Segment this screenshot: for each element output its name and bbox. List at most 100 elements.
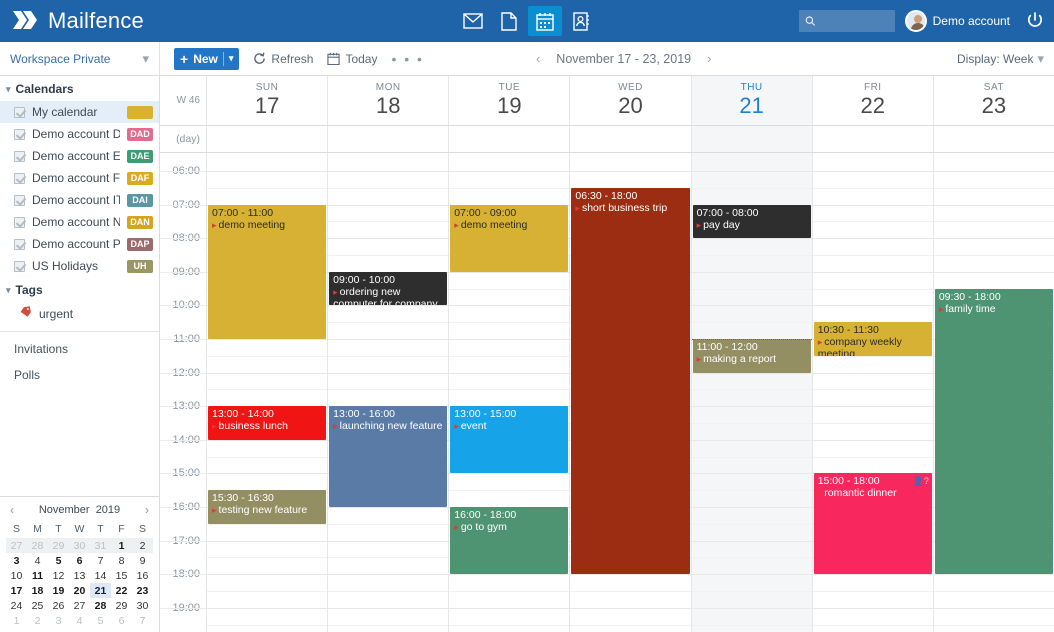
day-header-fri[interactable]: FRI 22 bbox=[811, 76, 933, 125]
day-header-sun[interactable]: SUN 17 bbox=[206, 76, 327, 125]
day-header-sat[interactable]: SAT 23 bbox=[932, 76, 1054, 125]
all-day-cell-mon[interactable] bbox=[327, 126, 448, 152]
search-box[interactable] bbox=[798, 10, 895, 32]
account-menu[interactable]: Demo account bbox=[904, 10, 1010, 32]
mini-calendar-day[interactable]: 23 bbox=[132, 583, 153, 598]
tag-item-0[interactable]: urgent bbox=[0, 302, 159, 325]
mini-calendar-day[interactable]: 3 bbox=[48, 613, 69, 628]
mini-calendar-day[interactable]: 28 bbox=[90, 598, 111, 613]
day-column-thu[interactable]: 07:00 - 08:00 ▸ pay day 11:00 - 12:00 ▸ makin… bbox=[690, 153, 812, 632]
calendar-event[interactable]: 10:30 - 11:30 ▸ company weekly meeting bbox=[813, 322, 932, 356]
today-button[interactable]: Today bbox=[327, 52, 377, 66]
calendar-item-5[interactable]: Demo account NL DAN bbox=[0, 211, 159, 233]
all-day-cell-tue[interactable] bbox=[448, 126, 569, 152]
calendar-event[interactable]: 07:00 - 09:00 ▸ demo meeting bbox=[450, 204, 569, 272]
workspace-selector[interactable]: Workspace Private ▾ bbox=[0, 42, 160, 75]
mini-calendar-day[interactable]: 30 bbox=[69, 538, 90, 553]
calendar-item-2[interactable]: Demo account ES DAE bbox=[0, 145, 159, 167]
mini-calendar-day[interactable]: 29 bbox=[48, 538, 69, 553]
calendar-item-4[interactable]: Demo account IT DAI bbox=[0, 189, 159, 211]
mini-calendar-day[interactable]: 24 bbox=[6, 598, 27, 613]
tags-group-header[interactable]: ▾ Tags bbox=[0, 277, 159, 302]
calendar-checkbox[interactable] bbox=[14, 216, 25, 228]
mini-calendar-day[interactable]: 13 bbox=[69, 568, 90, 583]
mini-calendar-day[interactable]: 1 bbox=[6, 613, 27, 628]
calendar-checkbox[interactable] bbox=[14, 260, 25, 272]
mini-calendar-day[interactable]: 9 bbox=[132, 553, 153, 568]
all-day-cell-sun[interactable] bbox=[206, 126, 327, 152]
mini-calendar-day[interactable]: 7 bbox=[132, 613, 153, 628]
more-options-button[interactable]: • • • bbox=[391, 51, 423, 67]
day-header-thu[interactable]: THU 21 bbox=[690, 76, 812, 125]
mini-calendar-day[interactable]: 29 bbox=[111, 598, 132, 613]
calendar-event[interactable]: 11:00 - 12:00 ▸ making a report bbox=[692, 339, 811, 373]
day-header-tue[interactable]: TUE 19 bbox=[448, 76, 569, 125]
mini-calendar-day[interactable]: 16 bbox=[132, 568, 153, 583]
day-header-wed[interactable]: WED 20 bbox=[569, 76, 690, 125]
mini-calendar-day[interactable]: 27 bbox=[69, 598, 90, 613]
mini-calendar-day[interactable]: 28 bbox=[27, 538, 48, 553]
all-day-cell-thu[interactable] bbox=[690, 126, 812, 152]
calendar-checkbox[interactable] bbox=[14, 172, 25, 184]
calendar-item-6[interactable]: Demo account PT DAP bbox=[0, 233, 159, 255]
calendar-icon[interactable] bbox=[528, 6, 562, 36]
new-button[interactable]: + New ▾ bbox=[174, 47, 240, 70]
mini-calendar-day[interactable]: 8 bbox=[111, 553, 132, 568]
mini-calendar-day[interactable]: 2 bbox=[132, 538, 153, 553]
day-column-mon[interactable]: 09:00 - 10:00 ▸ ordering new computer for … bbox=[327, 153, 449, 632]
mini-calendar-day[interactable]: 14 bbox=[90, 568, 111, 583]
mini-calendar-next-button[interactable]: › bbox=[145, 503, 149, 517]
mini-calendar-day[interactable]: 5 bbox=[48, 553, 69, 568]
day-column-fri[interactable]: 10:30 - 11:30 ▸ company weekly meeting 15:0… bbox=[811, 153, 933, 632]
display-mode-selector[interactable]: Display: Week ▾ bbox=[957, 51, 1044, 67]
mini-calendar-day[interactable]: 4 bbox=[69, 613, 90, 628]
all-day-cell-wed[interactable] bbox=[569, 126, 690, 152]
sidebar-link-polls[interactable]: Polls bbox=[0, 362, 159, 388]
day-column-tue[interactable]: 07:00 - 09:00 ▸ demo meeting 13:00 - 15:00 ▸… bbox=[448, 153, 570, 632]
calendar-checkbox[interactable] bbox=[14, 106, 25, 118]
mini-calendar-day[interactable]: 4 bbox=[27, 553, 48, 568]
mini-calendar-day[interactable]: 25 bbox=[27, 598, 48, 613]
documents-icon[interactable] bbox=[492, 6, 526, 36]
mini-calendar-day[interactable]: 15 bbox=[111, 568, 132, 583]
mini-calendar-day[interactable]: 21 bbox=[90, 583, 111, 598]
calendar-event[interactable]: 07:00 - 08:00 ▸ pay day bbox=[692, 204, 811, 239]
calendar-event[interactable]: 13:00 - 16:00 ▸ launching new feature bbox=[329, 406, 448, 507]
day-column-sat[interactable]: 09:30 - 18:00 ▸ family time bbox=[932, 153, 1054, 632]
power-icon[interactable] bbox=[1024, 10, 1046, 32]
calendar-event[interactable]: 16:00 - 18:00 ▸ go to gym bbox=[450, 507, 569, 575]
mini-calendar-day[interactable]: 20 bbox=[69, 583, 90, 598]
mini-calendar-day[interactable]: 10 bbox=[6, 568, 27, 583]
calendar-event[interactable]: 15:30 - 16:30 ▸ testing new feature bbox=[208, 490, 327, 524]
mini-calendar-day[interactable]: 30 bbox=[132, 598, 153, 613]
mini-calendar-day[interactable]: 12 bbox=[48, 568, 69, 583]
calendar-event[interactable]: 13:00 - 14:00 ▸ business lunch bbox=[208, 406, 327, 440]
calendar-checkbox[interactable] bbox=[14, 238, 25, 250]
mini-calendar-day[interactable]: 6 bbox=[69, 553, 90, 568]
calendar-item-7[interactable]: US Holidays UH bbox=[0, 255, 159, 277]
mini-calendar-day[interactable]: 19 bbox=[48, 583, 69, 598]
refresh-button[interactable]: Refresh bbox=[253, 52, 313, 66]
mini-calendar-day[interactable]: 27 bbox=[6, 538, 27, 553]
calendar-item-1[interactable]: Demo account DE DAD bbox=[0, 123, 159, 145]
day-column-sun[interactable]: 07:00 - 11:00 ▸ demo meeting 13:00 - 14:00 ▸… bbox=[206, 153, 328, 632]
calendar-item-3[interactable]: Demo account FR DAF bbox=[0, 167, 159, 189]
mail-icon[interactable] bbox=[456, 6, 490, 36]
mini-calendar-day[interactable]: 2 bbox=[27, 613, 48, 628]
calendars-group-header[interactable]: ▾ Calendars bbox=[0, 76, 159, 101]
calendar-event[interactable]: 06:30 - 18:00 ▸ short business trip bbox=[571, 187, 690, 575]
mini-calendar-day[interactable]: 22 bbox=[111, 583, 132, 598]
calendar-event[interactable]: 09:00 - 10:00 ▸ ordering new computer for … bbox=[329, 271, 448, 306]
calendar-checkbox[interactable] bbox=[14, 128, 25, 140]
sidebar-link-invitations[interactable]: Invitations bbox=[0, 336, 159, 362]
calendar-item-0[interactable]: My calendar bbox=[0, 101, 159, 123]
calendar-event[interactable]: 15:00 - 18:00 ▸ romantic dinner 👤? bbox=[813, 473, 932, 575]
mini-calendar-day[interactable]: 31 bbox=[90, 538, 111, 553]
mini-calendar-prev-button[interactable]: ‹ bbox=[10, 503, 14, 517]
all-day-cell-fri[interactable] bbox=[811, 126, 933, 152]
mini-calendar-day[interactable]: 11 bbox=[27, 568, 48, 583]
calendar-checkbox[interactable] bbox=[14, 194, 25, 206]
mini-calendar-day[interactable]: 17 bbox=[6, 583, 27, 598]
mini-calendar-day[interactable]: 18 bbox=[27, 583, 48, 598]
next-week-button[interactable]: › bbox=[707, 51, 711, 66]
